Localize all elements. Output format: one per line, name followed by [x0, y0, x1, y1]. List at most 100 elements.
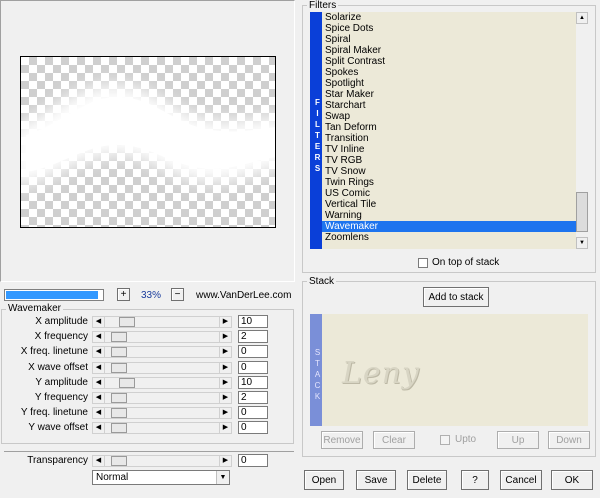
slider-left-arrow-icon[interactable]: ◀: [93, 408, 105, 418]
param-label: X frequency: [34, 331, 88, 342]
transparency-slider[interactable]: ◀ ▶: [92, 455, 232, 467]
save-button[interactable]: Save: [356, 470, 396, 490]
zoom-in-button[interactable]: +: [117, 288, 130, 301]
slider-left-arrow-icon[interactable]: ◀: [93, 423, 105, 433]
filter-item[interactable]: Solarize: [322, 12, 588, 23]
remove-button[interactable]: Remove: [321, 431, 363, 449]
scroll-down-arrow-icon[interactable]: ▼: [576, 237, 588, 249]
param-label: Y frequency: [34, 392, 88, 403]
filter-item[interactable]: Zoomlens: [322, 232, 588, 243]
divider: [4, 451, 294, 452]
credit-link[interactable]: www.VanDerLee.com: [196, 290, 291, 301]
open-button[interactable]: Open: [304, 470, 344, 490]
filter-item[interactable]: Starchart: [322, 100, 588, 111]
filter-item[interactable]: Tan Deform: [322, 122, 588, 133]
on-top-label: On top of stack: [432, 257, 500, 268]
filter-item[interactable]: Transition: [322, 133, 588, 144]
slider-right-arrow-icon[interactable]: ▶: [219, 332, 231, 342]
filter-item[interactable]: Wavemaker: [322, 221, 588, 232]
ok-button[interactable]: OK: [551, 470, 593, 490]
param-value-field[interactable]: 0: [238, 361, 268, 374]
param-value-field[interactable]: 2: [238, 391, 268, 404]
help-button[interactable]: ?: [461, 470, 489, 490]
slider-thumb[interactable]: [111, 393, 127, 403]
filter-item[interactable]: Swap: [322, 111, 588, 122]
filter-item[interactable]: Spice Dots: [322, 23, 588, 34]
filter-item[interactable]: Spiral: [322, 34, 588, 45]
param-slider[interactable]: ◀ ▶: [92, 377, 232, 389]
slider-right-arrow-icon[interactable]: ▶: [219, 456, 231, 466]
filter-item[interactable]: TV RGB: [322, 155, 588, 166]
slider-left-arrow-icon[interactable]: ◀: [93, 347, 105, 357]
add-to-stack-button[interactable]: Add to stack: [423, 287, 489, 307]
param-label: Y amplitude: [35, 377, 88, 388]
filter-item[interactable]: Vertical Tile: [322, 199, 588, 210]
slider-left-arrow-icon[interactable]: ◀: [93, 378, 105, 388]
param-value-field[interactable]: 0: [238, 421, 268, 434]
down-button[interactable]: Down: [548, 431, 590, 449]
slider-thumb[interactable]: [111, 363, 127, 373]
param-slider[interactable]: ◀ ▶: [92, 346, 232, 358]
slider-thumb[interactable]: [119, 378, 135, 388]
param-slider[interactable]: ◀ ▶: [92, 362, 232, 374]
slider-thumb[interactable]: [111, 408, 127, 418]
zoom-out-button[interactable]: −: [171, 288, 184, 301]
param-value-field[interactable]: 0: [238, 406, 268, 419]
up-button[interactable]: Up: [497, 431, 539, 449]
slider-left-arrow-icon[interactable]: ◀: [93, 393, 105, 403]
scroll-up-arrow-icon[interactable]: ▲: [576, 12, 588, 24]
slider-right-arrow-icon[interactable]: ▶: [219, 408, 231, 418]
param-slider[interactable]: ◀ ▶: [92, 422, 232, 434]
slider-thumb[interactable]: [111, 456, 127, 466]
slider-left-arrow-icon[interactable]: ◀: [93, 456, 105, 466]
param-slider[interactable]: ◀ ▶: [92, 331, 232, 343]
chevron-down-icon[interactable]: ▼: [216, 471, 229, 484]
slider-thumb[interactable]: [111, 347, 127, 357]
filter-item[interactable]: Spiral Maker: [322, 45, 588, 56]
transparency-label: Transparency: [27, 455, 88, 466]
filter-item[interactable]: Warning: [322, 210, 588, 221]
slider-right-arrow-icon[interactable]: ▶: [219, 423, 231, 433]
wave-preview-graphic: [21, 84, 275, 186]
slider-left-arrow-icon[interactable]: ◀: [93, 332, 105, 342]
cancel-button[interactable]: Cancel: [500, 470, 542, 490]
slider-right-arrow-icon[interactable]: ▶: [219, 347, 231, 357]
param-slider[interactable]: ◀ ▶: [92, 407, 232, 419]
filter-item[interactable]: Star Maker: [322, 89, 588, 100]
param-slider[interactable]: ◀ ▶: [92, 392, 232, 404]
scroll-thumb[interactable]: [576, 192, 588, 232]
slider-right-arrow-icon[interactable]: ▶: [219, 378, 231, 388]
slider-thumb[interactable]: [111, 332, 127, 342]
filter-item[interactable]: Spotlight: [322, 78, 588, 89]
stack-side-label: STACK: [310, 314, 322, 426]
transparency-value-field[interactable]: 0: [238, 454, 268, 467]
filter-item[interactable]: Spokes: [322, 67, 588, 78]
param-value-field[interactable]: 10: [238, 315, 268, 328]
filter-item[interactable]: TV Snow: [322, 166, 588, 177]
blend-mode-select[interactable]: Normal ▼: [92, 470, 230, 485]
slider-right-arrow-icon[interactable]: ▶: [219, 363, 231, 373]
filters-list[interactable]: Solarize Spice Dots Spiral Spiral Maker Spli…: [322, 12, 588, 249]
stack-list[interactable]: Leny: [322, 314, 588, 426]
param-value-field[interactable]: 0: [238, 345, 268, 358]
param-value-field[interactable]: 2: [238, 330, 268, 343]
delete-button[interactable]: Delete: [407, 470, 447, 490]
filters-scrollbar[interactable]: ▲ ▼: [576, 12, 588, 249]
slider-left-arrow-icon[interactable]: ◀: [93, 363, 105, 373]
slider-thumb[interactable]: [119, 317, 135, 327]
on-top-checkbox[interactable]: [418, 258, 428, 268]
upto-checkbox[interactable]: [440, 435, 450, 445]
filter-item[interactable]: Split Contrast: [322, 56, 588, 67]
filter-item[interactable]: Twin Rings: [322, 177, 588, 188]
param-label: X wave offset: [28, 362, 88, 373]
slider-right-arrow-icon[interactable]: ▶: [219, 317, 231, 327]
filters-title: Filters: [307, 0, 339, 11]
clear-button[interactable]: Clear: [373, 431, 415, 449]
slider-thumb[interactable]: [111, 423, 127, 433]
filter-item[interactable]: TV Inline: [322, 144, 588, 155]
param-slider[interactable]: ◀ ▶: [92, 316, 232, 328]
slider-right-arrow-icon[interactable]: ▶: [219, 393, 231, 403]
slider-left-arrow-icon[interactable]: ◀: [93, 317, 105, 327]
filter-item[interactable]: US Comic: [322, 188, 588, 199]
param-value-field[interactable]: 10: [238, 376, 268, 389]
